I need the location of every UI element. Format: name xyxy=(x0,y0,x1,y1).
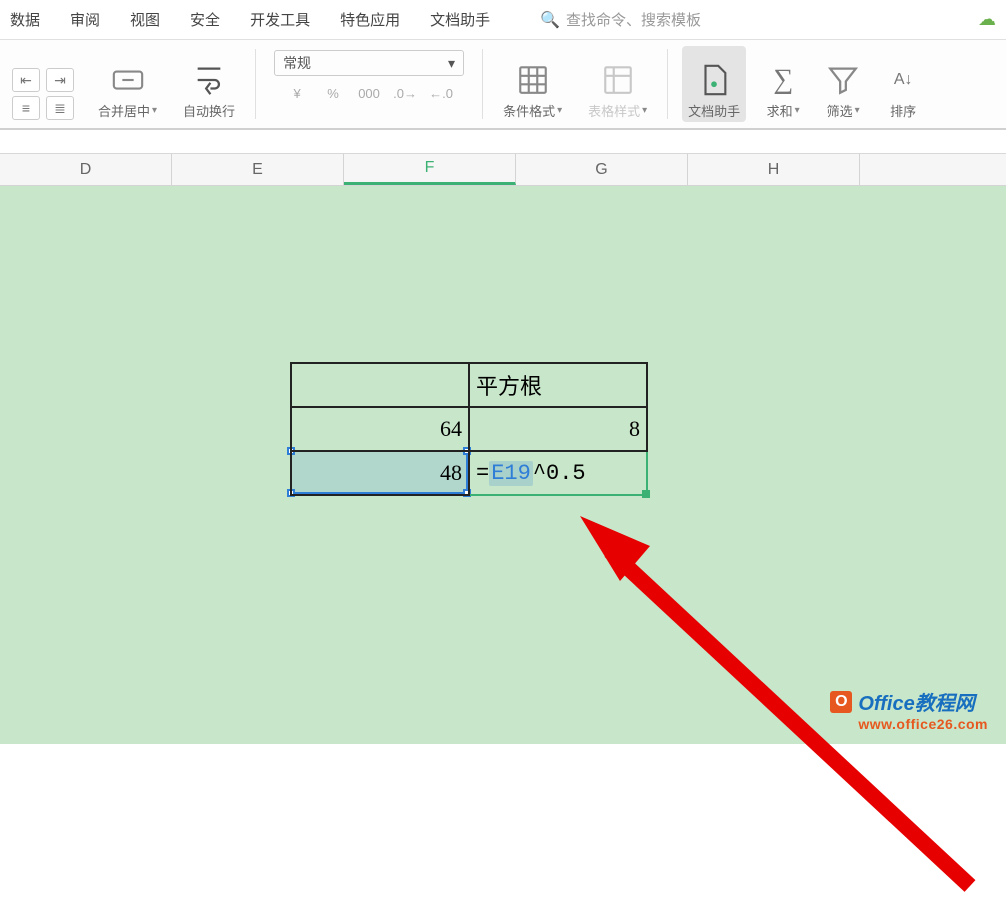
spreadsheet-grid[interactable]: 平方根 64 8 48 =E19^0.5 O Office教程网 www.off… xyxy=(0,186,1006,744)
merge-label: 合并居中 xyxy=(98,101,150,120)
wrap-label: 自动换行 xyxy=(183,101,235,120)
wrap-icon xyxy=(192,63,226,97)
tab-security[interactable]: 安全 xyxy=(190,9,220,30)
sigma-icon: ∑ xyxy=(766,63,800,97)
funnel-icon xyxy=(826,63,860,97)
tab-data[interactable]: 数据 xyxy=(10,9,40,30)
table-style-label: 表格样式 xyxy=(588,101,640,120)
cond-format-label: 条件格式 xyxy=(503,101,555,120)
merge-icon xyxy=(111,63,145,97)
ribbon-tabs: 数据 审阅 视图 安全 开发工具 特色应用 文档助手 🔍 查找命令、搜索模板 ☁ xyxy=(0,0,1006,40)
sum-button[interactable]: ∑ 求和▾ xyxy=(760,46,806,122)
indent-group: ⇤ ⇥ ≡ ≣ xyxy=(8,46,78,122)
col-header-D[interactable]: D xyxy=(0,154,172,185)
currency-icon[interactable]: ¥ xyxy=(284,82,310,104)
column-headers: D E F G H xyxy=(0,154,1006,186)
search-icon: 🔍 xyxy=(540,10,560,30)
doc-helper-icon xyxy=(697,63,731,97)
separator xyxy=(255,49,256,119)
cell-E-header[interactable] xyxy=(291,363,469,407)
wrap-text-button[interactable]: 自动换行 xyxy=(177,46,241,122)
fill-handle[interactable] xyxy=(642,490,650,498)
search-placeholder: 查找命令、搜索模板 xyxy=(566,9,701,30)
percent-icon[interactable]: % xyxy=(320,82,346,104)
align-rows-icon[interactable]: ≡ xyxy=(12,96,40,120)
cell-F-header[interactable]: 平方根 xyxy=(469,363,647,407)
format-value: 常规 xyxy=(283,53,311,73)
doc-helper-button[interactable]: 文档助手 xyxy=(682,46,746,122)
merge-center-button[interactable]: 合并居中▾ xyxy=(92,46,163,122)
tab-doc-helper[interactable]: 文档助手 xyxy=(430,9,490,30)
watermark-url: www.office26.com xyxy=(858,716,988,732)
col-header-G[interactable]: G xyxy=(516,154,688,185)
watermark-logo-icon: O xyxy=(830,691,852,713)
filter-label: 筛选 xyxy=(827,101,853,120)
formula-exponent: ^0.5 xyxy=(533,461,586,486)
watermark-brand: Office教程网 xyxy=(858,687,974,716)
conditional-format-button[interactable]: 条件格式▾ xyxy=(497,46,568,122)
data-table: 平方根 64 8 48 =E19^0.5 xyxy=(290,362,648,496)
sort-icon: A↓ xyxy=(886,63,920,97)
align-cols-icon[interactable]: ≣ xyxy=(46,96,74,120)
number-format-select[interactable]: 常规 ▾ xyxy=(274,50,464,76)
increase-decimal-icon[interactable]: .0→ xyxy=(392,82,418,104)
formula-cell-ref: E19 xyxy=(489,461,533,486)
tab-special-apps[interactable]: 特色应用 xyxy=(340,9,400,30)
formula-bar-placeholder xyxy=(0,130,1006,154)
cloud-sync-icon[interactable]: ☁ xyxy=(978,9,996,30)
separator xyxy=(482,49,483,119)
tab-review[interactable]: 审阅 xyxy=(70,9,100,30)
decrease-decimal-icon[interactable]: ←.0 xyxy=(428,82,454,104)
sort-label: 排序 xyxy=(890,101,916,120)
separator xyxy=(667,49,668,119)
sort-button[interactable]: A↓ 排序 xyxy=(880,46,926,122)
tab-dev-tools[interactable]: 开发工具 xyxy=(250,9,310,30)
formula-equals: = xyxy=(476,461,489,486)
chevron-down-icon: ▾ xyxy=(448,55,455,72)
search-box[interactable]: 🔍 查找命令、搜索模板 xyxy=(540,9,948,30)
cell-E18[interactable]: 64 xyxy=(291,407,469,451)
sum-label: 求和 xyxy=(767,101,793,120)
tab-view[interactable]: 视图 xyxy=(130,9,160,30)
cell-E19[interactable]: 48 xyxy=(291,451,469,495)
doc-helper-label: 文档助手 xyxy=(688,101,740,120)
cell-F18[interactable]: 8 xyxy=(469,407,647,451)
cell-F19-editing[interactable]: =E19^0.5 xyxy=(469,451,647,495)
col-header-E[interactable]: E xyxy=(172,154,344,185)
decrease-indent-icon[interactable]: ⇤ xyxy=(12,68,40,92)
watermark: O Office教程网 www.office26.com xyxy=(830,687,988,732)
table-style-button: 表格样式▾ xyxy=(582,46,653,122)
increase-indent-icon[interactable]: ⇥ xyxy=(46,68,74,92)
conditional-format-icon xyxy=(516,63,550,97)
filter-button[interactable]: 筛选▾ xyxy=(820,46,866,122)
table-style-icon xyxy=(601,63,635,97)
comma-icon[interactable]: 000 xyxy=(356,82,382,104)
ribbon-toolbar: ⇤ ⇥ ≡ ≣ 合并居中▾ 自动换行 常规 ▾ ¥ % 000 xyxy=(0,40,1006,130)
col-header-F[interactable]: F xyxy=(344,154,516,185)
number-format-group: 常规 ▾ ¥ % 000 .0→ ←.0 xyxy=(270,46,468,122)
col-header-H[interactable]: H xyxy=(688,154,860,185)
